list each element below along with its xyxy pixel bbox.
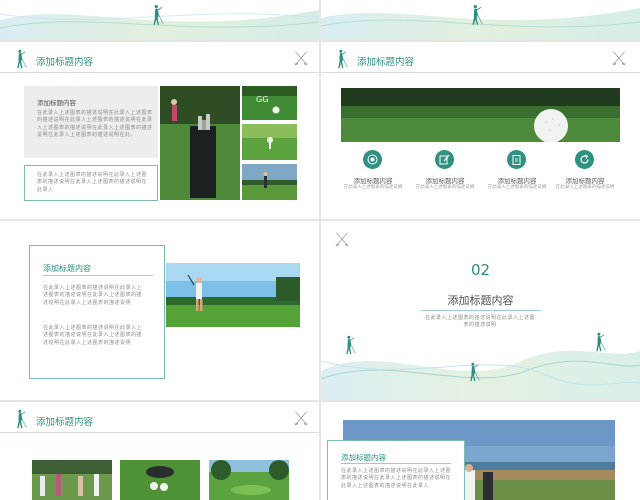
feature-desc: 在此录入上述图表的描述说明 — [415, 185, 475, 190]
header-divider — [321, 72, 640, 73]
feature-desc: 在此录入上述图表的描述说明 — [487, 185, 547, 190]
photo-golf-ball-green — [341, 88, 620, 142]
header-divider — [0, 72, 319, 73]
slide-features[interactable]: 添加标题内容 添加标题内容 在此录入上述图表的描述说明 添加标题内容 在此录入上… — [321, 42, 640, 219]
slide-cover-top-left[interactable] — [0, 0, 319, 40]
photo-golf-tee — [242, 124, 297, 160]
feature-desc: 在此录入上述图表的描述说明 — [343, 185, 403, 190]
refresh-icon — [575, 150, 594, 169]
header-divider — [0, 432, 319, 433]
photo-course-trees — [209, 460, 289, 500]
photo-golf-bag — [160, 86, 240, 200]
slide-text-photo[interactable]: 添加标题内容 在此录入上述图表的描述说明在此录入上述图表的描述说明在此录入上述图… — [0, 221, 319, 400]
box-title: 添加标题内容 — [37, 99, 76, 107]
golfer-icon — [593, 331, 606, 353]
clipboard-icon — [507, 150, 526, 169]
slide-title: 添加标题内容 — [36, 57, 94, 68]
slide-landscape[interactable]: 添加标题内容 在此录入上述图表的描述说明在此录入上述图表的描述说明在此录入上述图… — [321, 402, 640, 500]
feature-title: 添加标题内容 — [565, 177, 605, 185]
golfer-icon — [467, 361, 480, 383]
golfer-icon — [14, 408, 27, 430]
photo-golf-shoes — [120, 460, 200, 500]
box-text: 在此录入上述图表的描述说明在此录入上述图表的描述说明在此录入上述图表的描述说明在… — [37, 110, 153, 139]
section-title: 添加标题内容 — [447, 294, 514, 307]
title-underline — [421, 310, 541, 311]
title-underline — [341, 463, 451, 464]
title-underline — [43, 275, 153, 276]
svg-text:GG: GG — [256, 95, 268, 104]
feature-desc: 在此录入上述图表的描述说明 — [555, 185, 615, 190]
golf-clubs-icon — [611, 50, 627, 66]
slide-cover-top-right[interactable] — [321, 0, 640, 40]
box-text: 在此录入上述图表的描述说明在此录入上述图表的描述说明在此录入上述图表的描述说明在… — [341, 468, 452, 489]
golf-clubs-icon — [293, 50, 309, 66]
box-title: 添加标题内容 — [43, 264, 91, 273]
golfer-icon — [150, 3, 164, 27]
golfer-icon — [335, 48, 348, 70]
golfer-icon — [14, 48, 27, 70]
photo-woman-golfer — [166, 263, 300, 327]
slide-content-grid[interactable]: 添加标题内容 添加标题内容 在此录入上述图表的描述说明在此录入上述图表的描述说明… — [0, 42, 319, 219]
slide-title: 添加标题内容 — [36, 417, 94, 428]
golf-clubs-icon — [334, 231, 350, 247]
feature-title: 添加标题内容 — [425, 177, 465, 185]
edit-icon — [435, 150, 454, 169]
box-title: 添加标题内容 — [341, 453, 386, 462]
golfer-icon — [343, 334, 356, 356]
photo-group-golfers — [32, 460, 112, 500]
section-number: 02 — [470, 261, 491, 279]
golfer-icon — [469, 3, 483, 27]
feature-title: 添加标题内容 — [353, 177, 393, 185]
slide-section-02[interactable]: 02 添加标题内容 在此录入上述图表的描述说明在此录入上述图表的描述说明 — [321, 221, 640, 400]
paragraph-1: 在此录入上述图表的描述说明在此录入上述图表的描述说明在此录入上述图表的描述说明在… — [43, 285, 143, 306]
feature-title: 添加标题内容 — [497, 177, 537, 185]
paragraph-2: 在此录入上述图表的描述说明在此录入上述图表的描述说明在此录入上述图表的描述说明在… — [43, 325, 143, 346]
slide-photo-row[interactable]: 添加标题内容 — [0, 402, 319, 500]
photo-golfer-swing — [242, 164, 297, 200]
outline-box-text: 在此录入上述图表的描述说明在此录入上述图表的描述说明在此录入上述图表的描述说明在… — [37, 172, 148, 193]
section-desc: 在此录入上述图表的描述说明在此录入上述图表的描述说明 — [425, 315, 536, 329]
golf-clubs-icon — [293, 410, 309, 426]
target-icon — [363, 150, 382, 169]
slide-title: 添加标题内容 — [357, 57, 415, 68]
photo-golf-ball-text: GG — [242, 86, 297, 120]
